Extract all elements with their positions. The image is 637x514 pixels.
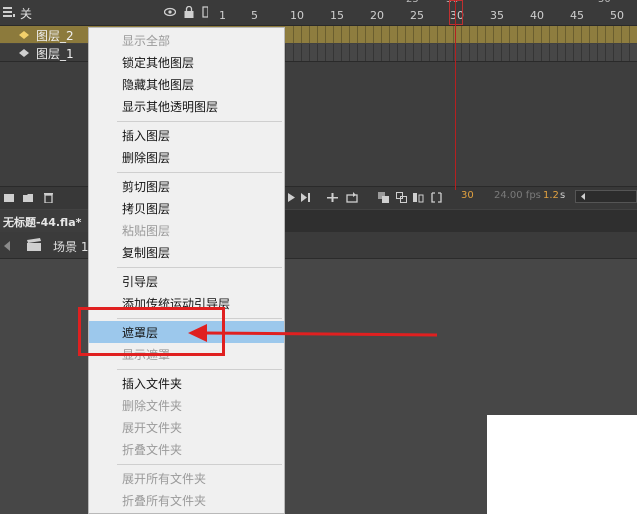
scene-label[interactable]: 场景 1	[53, 238, 88, 255]
menu-separator	[117, 172, 282, 173]
menu-item-label: 锁定其他图层	[122, 56, 195, 70]
menu-item-label: 折叠文件夹	[122, 443, 183, 457]
layer-icon	[18, 29, 30, 40]
menu-item-label: 显示其他透明图层	[122, 100, 219, 114]
layer-context-menu: 显示全部 锁定其他图层 隐藏其他图层 显示其他透明图层 插入图层 删除图层 剪切…	[88, 27, 285, 514]
trash-icon[interactable]	[43, 192, 54, 204]
menu-separator	[117, 369, 282, 370]
menu-item-cut-layer[interactable]: 剪切图层	[89, 175, 284, 197]
loop-icon[interactable]	[346, 192, 358, 203]
playhead-line	[455, 0, 456, 190]
menu-item-label: 删除图层	[122, 151, 171, 165]
ruler-top-label: 25	[406, 0, 419, 5]
frame-ruler[interactable]: 1 5 10 15 20 25 30 35 40 45 50 25 30 50	[208, 0, 637, 25]
play-icon[interactable]	[286, 192, 297, 203]
playhead-marker[interactable]	[449, 0, 463, 25]
menu-item-label: 插入文件夹	[122, 377, 183, 391]
layer-name: 图层_1	[36, 47, 74, 61]
ruler-label: 50	[610, 9, 624, 22]
ruler-label: 45	[570, 9, 584, 22]
menu-item-lock-others[interactable]: 锁定其他图层	[89, 51, 284, 73]
menu-item-paste-layer[interactable]: 粘贴图层	[89, 219, 284, 241]
ruler-label: 5	[251, 9, 258, 22]
menu-item-label: 粘贴图层	[122, 224, 171, 238]
center-frame-icon[interactable]	[327, 192, 338, 203]
menu-item-label: 复制图层	[122, 246, 171, 260]
ruler-top-label: 50	[598, 0, 611, 5]
time-unit: s	[560, 190, 566, 201]
timeline-horizontal-scrollbar[interactable]	[575, 190, 637, 203]
new-folder-icon[interactable]	[23, 192, 34, 203]
menu-item-label: 显示全部	[122, 34, 171, 48]
menu-item-duplicate-layer[interactable]: 复制图层	[89, 241, 284, 263]
current-frame-readout[interactable]: 30	[461, 190, 474, 201]
ruler-label: 15	[330, 9, 344, 22]
modify-markers-icon[interactable]	[431, 192, 442, 203]
eye-icon[interactable]	[163, 6, 177, 18]
menu-item-label: 隐藏其他图层	[122, 78, 195, 92]
timeline-title: 关	[20, 7, 33, 21]
menu-item-expand-all-folders[interactable]: 展开所有文件夹	[89, 467, 284, 489]
clapperboard-icon	[26, 238, 42, 255]
menu-item-expand-folder[interactable]: 展开文件夹	[89, 416, 284, 438]
edit-multiple-frames-icon[interactable]	[413, 192, 424, 203]
ruler-label: 40	[530, 9, 544, 22]
menu-item-show-all[interactable]: 显示全部	[89, 29, 284, 51]
annotation-highlight-box	[78, 307, 225, 356]
fps-readout[interactable]: 24.00 fps	[494, 190, 541, 201]
layer-frames[interactable]	[286, 44, 637, 61]
document-tab-label: 无标题-44.fla*	[3, 216, 82, 229]
last-frame-icon[interactable]	[300, 192, 311, 203]
onion-outline-icon[interactable]	[396, 192, 407, 203]
menu-item-label: 插入图层	[122, 129, 171, 143]
menu-item-label: 折叠所有文件夹	[122, 494, 207, 508]
menu-item-guide[interactable]: 引导层	[89, 270, 284, 292]
layer-frames[interactable]	[286, 26, 637, 43]
menu-item-collapse-folder[interactable]: 折叠文件夹	[89, 438, 284, 460]
menu-item-label: 剪切图层	[122, 180, 171, 194]
menu-item-insert-layer[interactable]: 插入图层	[89, 124, 284, 146]
menu-item-delete-folder[interactable]: 删除文件夹	[89, 394, 284, 416]
menu-separator	[117, 267, 282, 268]
ruler-label: 10	[290, 9, 304, 22]
scroll-left-icon[interactable]	[578, 191, 588, 202]
menu-separator	[117, 464, 282, 465]
menu-item-collapse-all-folders[interactable]: 折叠所有文件夹	[89, 489, 284, 511]
menu-item-show-others-transparent[interactable]: 显示其他透明图层	[89, 95, 284, 117]
ruler-label: 25	[410, 9, 424, 22]
lock-icon[interactable]	[183, 5, 195, 18]
onion-skin-icon[interactable]	[378, 192, 389, 203]
menu-item-copy-layer[interactable]: 拷贝图层	[89, 197, 284, 219]
back-arrow-icon[interactable]	[2, 240, 12, 255]
menu-item-label: 引导层	[122, 275, 159, 289]
menu-item-insert-folder[interactable]: 插入文件夹	[89, 372, 284, 394]
menu-item-delete-layer[interactable]: 删除图层	[89, 146, 284, 168]
menu-item-label: 展开文件夹	[122, 421, 183, 435]
new-layer-icon[interactable]	[4, 192, 15, 203]
elapsed-time-readout[interactable]: 1.2	[543, 190, 559, 201]
layer-name: 图层_2	[36, 29, 74, 43]
layer-icon	[18, 47, 30, 58]
menu-item-label: 删除文件夹	[122, 399, 183, 413]
ruler-label: 35	[490, 9, 504, 22]
timeline-menu-icon[interactable]	[3, 6, 15, 18]
stage-canvas[interactable]	[487, 415, 637, 514]
menu-item-label: 拷贝图层	[122, 202, 171, 216]
menu-item-hide-others[interactable]: 隐藏其他图层	[89, 73, 284, 95]
menu-separator	[117, 121, 282, 122]
menu-item-label: 展开所有文件夹	[122, 472, 207, 486]
ruler-label: 1	[219, 9, 226, 22]
ruler-label: 20	[370, 9, 384, 22]
